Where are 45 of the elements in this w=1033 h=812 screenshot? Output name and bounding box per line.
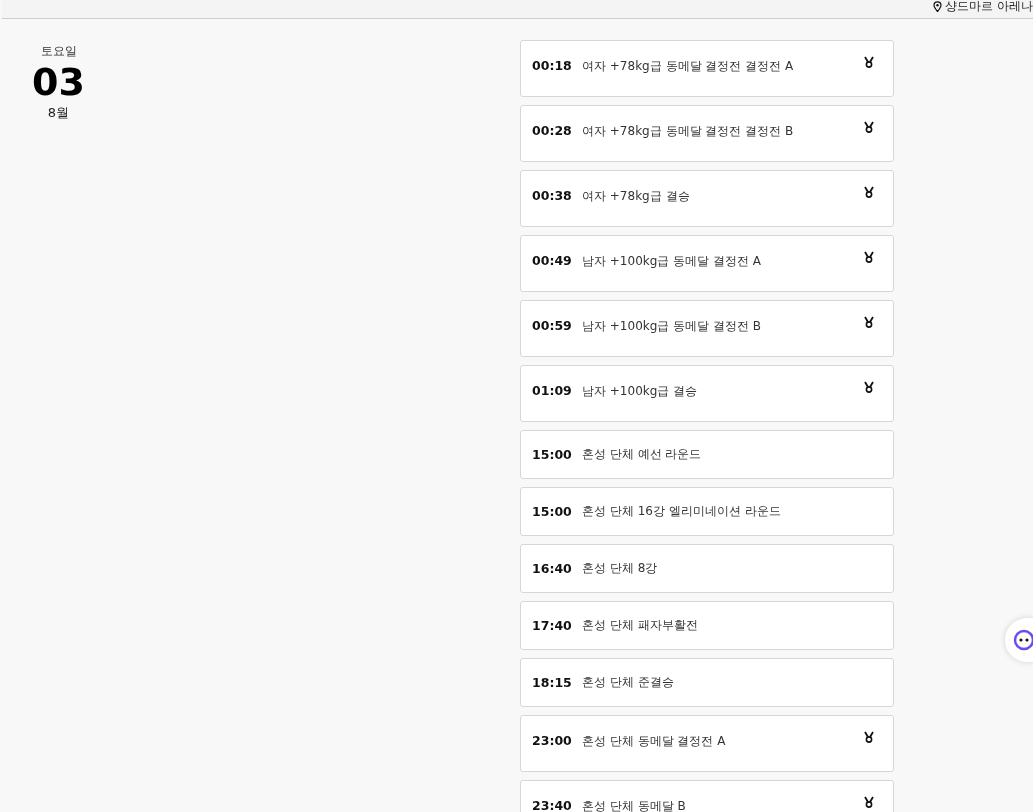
event-card[interactable]: 00:38 여자 +78kg급 결승 <box>520 170 894 227</box>
event-time: 15:00 <box>532 447 573 462</box>
month-label: 8월 <box>47 104 70 122</box>
event-title: 남자 +100kg급 동메달 결정전 B <box>582 318 762 335</box>
event-time: 17:40 <box>532 618 573 633</box>
event-title: 여자 +78kg급 동메달 결정전 결정전 A <box>582 58 795 75</box>
event-title: 여자 +78kg급 동메달 결정전 결정전 B <box>582 123 795 140</box>
event-card[interactable]: 15:00 혼성 단체 예선 라운드 <box>520 430 894 479</box>
chatbot-face-icon <box>1013 629 1033 651</box>
event-title: 혼성 단체 8강 <box>582 560 659 577</box>
event-time: 18:15 <box>532 675 573 690</box>
event-title: 혼성 단체 준결승 <box>582 674 675 691</box>
event-card[interactable]: 23:40 혼성 단체 동메달 B <box>520 780 894 812</box>
event-title: 남자 +100kg급 동메달 결정전 A <box>582 253 762 270</box>
event-time: 16:40 <box>532 561 573 576</box>
event-card[interactable]: 15:00 혼성 단체 16강 엘리미네이션 라운드 <box>520 487 894 536</box>
event-time: 23:00 <box>532 733 573 748</box>
event-title: 혼성 단체 패자부활전 <box>582 617 699 634</box>
event-card[interactable]: 00:59 남자 +100kg급 동메달 결정전 B <box>520 300 894 357</box>
event-time: 00:59 <box>532 318 573 333</box>
event-time: 00:18 <box>532 58 573 73</box>
location-pin-icon <box>933 0 943 12</box>
event-time: 23:40 <box>532 798 573 812</box>
day-number: 03 <box>32 60 85 104</box>
event-card[interactable]: 00:18 여자 +78kg급 동메달 결정전 결정전 A <box>520 40 894 97</box>
event-time: 00:28 <box>532 123 573 138</box>
event-title: 혼성 단체 동메달 B <box>582 798 687 812</box>
event-time: 15:00 <box>532 504 573 519</box>
event-card[interactable]: 00:49 남자 +100kg급 동메달 결정전 A <box>520 235 894 292</box>
event-time: 00:38 <box>532 188 573 203</box>
event-title: 남자 +100kg급 결승 <box>582 383 699 400</box>
event-time: 01:09 <box>532 383 573 398</box>
weekday-label: 토요일 <box>40 43 77 60</box>
event-title: 혼성 단체 16강 엘리미네이션 라운드 <box>582 503 782 520</box>
event-card[interactable]: 18:15 혼성 단체 준결승 <box>520 658 894 707</box>
event-title: 여자 +78kg급 결승 <box>582 188 691 205</box>
event-card[interactable]: 16:40 혼성 단체 8강 <box>520 544 894 593</box>
event-card[interactable]: 17:40 혼성 단체 패자부활전 <box>520 601 894 650</box>
event-title: 혼성 단체 동메달 결정전 A <box>582 733 727 750</box>
venue-name: 샹드마르 아레나 <box>945 0 1033 12</box>
event-card[interactable]: 23:00 혼성 단체 동메달 결정전 A <box>520 715 894 772</box>
event-card[interactable]: 01:09 남자 +100kg급 결승 <box>520 365 894 422</box>
event-time: 00:49 <box>532 253 573 268</box>
event-card[interactable]: 00:28 여자 +78kg급 동메달 결정전 결정전 B <box>520 105 894 162</box>
event-title: 혼성 단체 예선 라운드 <box>582 446 703 463</box>
